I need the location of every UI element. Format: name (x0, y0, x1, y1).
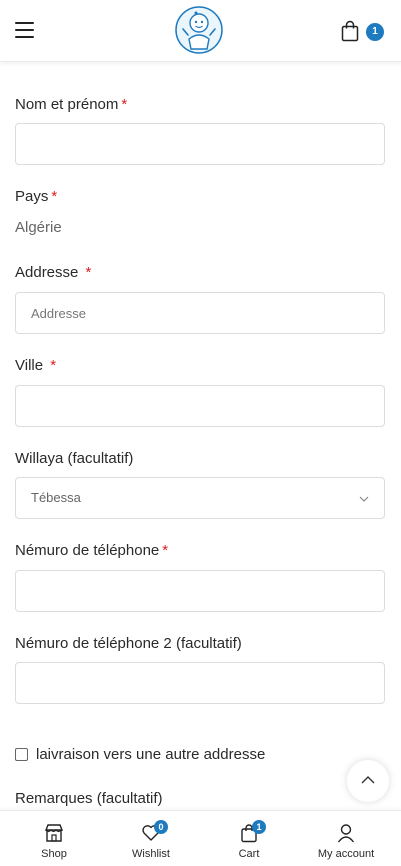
user-icon (337, 824, 355, 843)
willaya-selected-value: Tébessa (31, 490, 81, 505)
cart-nav-count-badge: 1 (252, 820, 266, 834)
ship-other-label: laivraison vers une autre addresse (36, 746, 266, 763)
name-label: Nom et prénom * (15, 96, 128, 113)
bag-icon[interactable] (341, 20, 359, 42)
chevron-down-icon (359, 496, 369, 502)
phone2-input[interactable] (15, 662, 385, 704)
bottom-nav: Shop 0 Wishlist 1 Cart My account (0, 810, 401, 866)
chevron-up-icon (361, 776, 375, 784)
nav-shop-label: Shop (41, 848, 67, 860)
nav-wishlist-label: Wishlist (132, 848, 170, 860)
country-label: Pays * (15, 188, 58, 205)
city-label: Ville * (15, 357, 57, 374)
cart-count-badge: 1 (366, 23, 384, 41)
store-icon (44, 824, 64, 842)
nav-my-account[interactable]: My account (296, 811, 396, 866)
city-input[interactable] (15, 385, 385, 427)
notes-label: Remarques (facultatif) (15, 790, 163, 807)
phone2-label: Némuro de téléphone 2 (facultatif) (15, 635, 242, 652)
baby-logo-icon[interactable] (174, 5, 224, 55)
nav-wishlist[interactable]: 0 Wishlist (101, 811, 201, 866)
menu-icon[interactable] (15, 22, 34, 38)
phone-label: Némuro de téléphone * (15, 542, 169, 559)
nav-cart-label: Cart (238, 848, 260, 860)
nav-cart[interactable]: 1 Cart (199, 811, 299, 866)
nav-account-label: My account (317, 848, 375, 860)
country-value: Algérie (15, 219, 62, 236)
willaya-label: Willaya (facultatif) (15, 450, 134, 467)
ship-other-checkbox[interactable] (15, 748, 28, 761)
phone-input[interactable] (15, 570, 385, 612)
address-input[interactable] (15, 292, 385, 334)
scroll-to-top-button[interactable] (347, 760, 389, 802)
address-label: Addresse * (15, 264, 92, 281)
nav-shop[interactable]: Shop (4, 811, 104, 866)
name-input[interactable] (15, 123, 385, 165)
site-header: 1 (0, 0, 401, 62)
wishlist-count-badge: 0 (154, 820, 168, 834)
willaya-select[interactable]: Tébessa (15, 477, 385, 519)
ship-other-row: laivraison vers une autre addresse (15, 746, 265, 763)
